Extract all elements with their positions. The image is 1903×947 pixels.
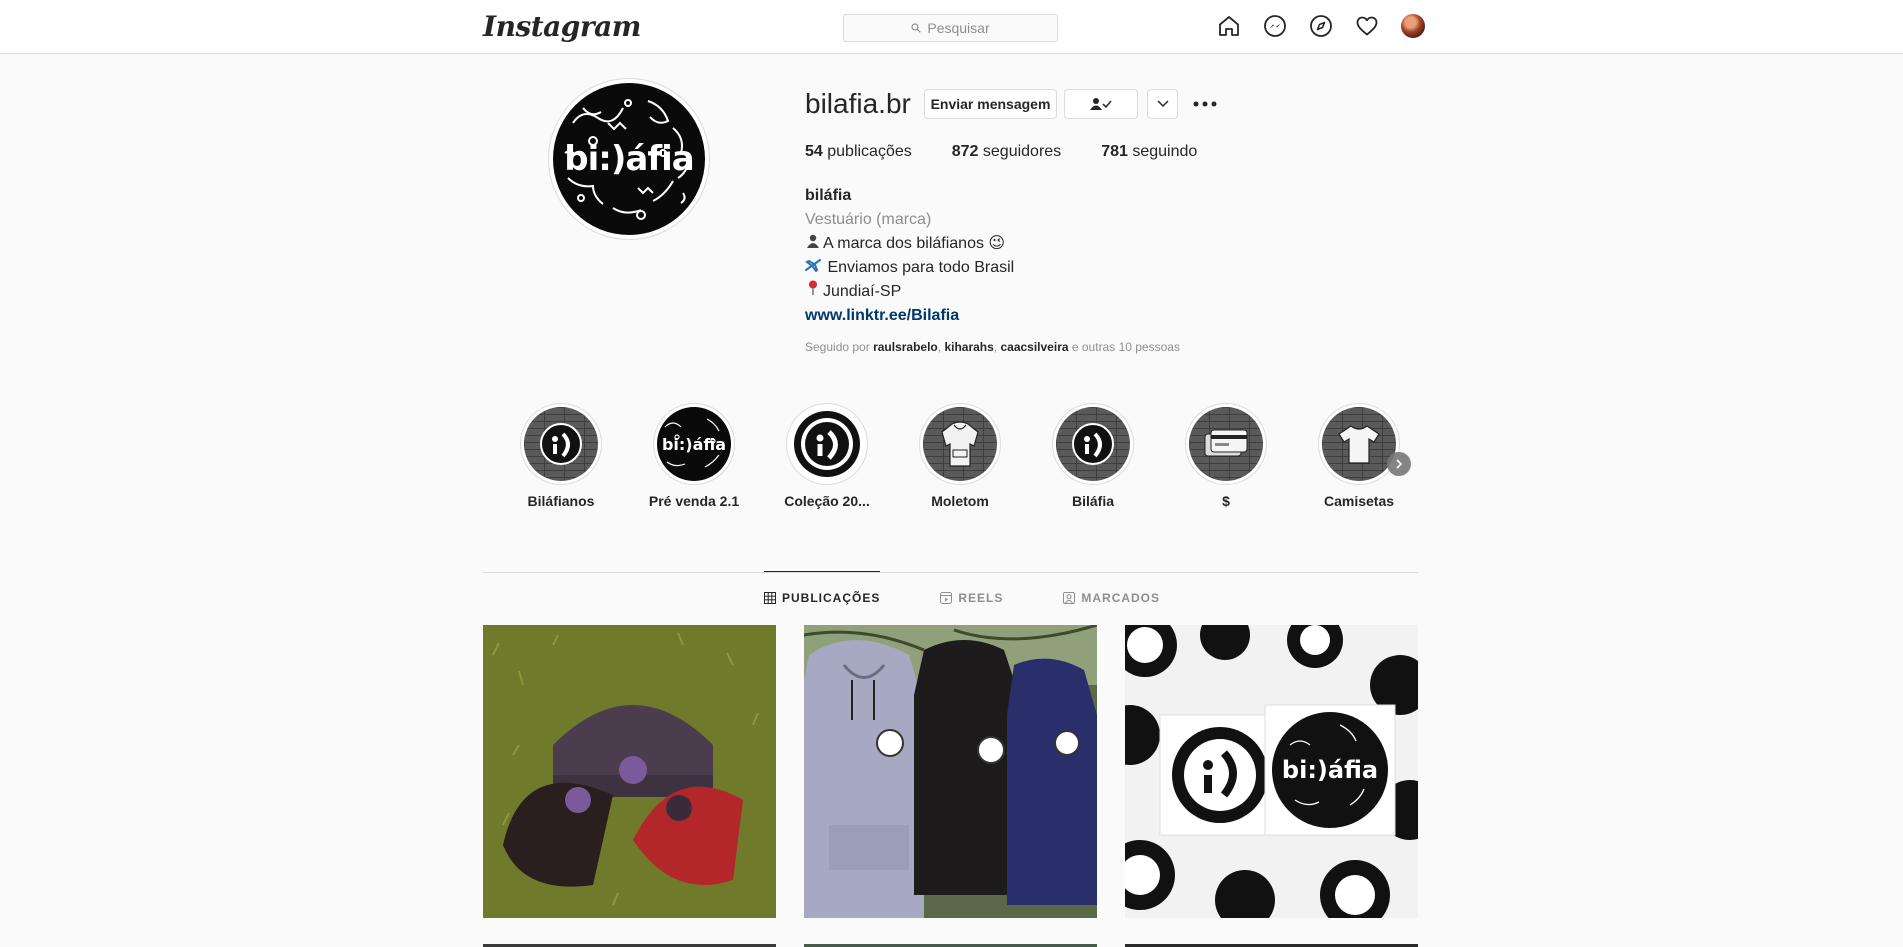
following-stat[interactable]: 781 seguindo (1101, 143, 1197, 161)
profile-picture-image: bi:)áfia (553, 83, 705, 235)
full-name: biláfia (805, 187, 852, 204)
messenger-icon[interactable] (1263, 14, 1287, 38)
hoodies-photo (804, 625, 1097, 918)
top-navbar: Instagram Pesquisar (0, 0, 1903, 54)
smiley-logo-icon (790, 407, 864, 481)
svg-text:bi:)áfia: bi:)áfia (1282, 756, 1378, 784)
explore-compass-icon[interactable] (1309, 14, 1333, 38)
suggestions-dropdown-button[interactable] (1147, 89, 1178, 119)
highlight-item[interactable]: Camisetas (1318, 403, 1400, 509)
airplane-icon (805, 256, 821, 280)
search-placeholder: Pesquisar (927, 20, 990, 36)
beanies-photo (483, 625, 776, 918)
heart-icon[interactable] (1355, 14, 1379, 38)
instagram-logo[interactable]: Instagram (483, 10, 641, 43)
send-message-button[interactable]: Enviar mensagem (924, 89, 1057, 119)
stickers-photo: bi:)áfia (1125, 625, 1418, 918)
pin-icon (805, 280, 821, 304)
profile-stats: 54 publicações 872 seguidores 781 seguin… (805, 143, 1197, 161)
tagged-person-icon (1063, 591, 1076, 604)
highlights-next-button[interactable] (1387, 452, 1411, 476)
bio-line-2: Enviamos para todo Brasil (805, 256, 1014, 280)
home-icon[interactable] (1217, 14, 1241, 38)
followed-by-text[interactable]: Seguido por raulsrabelo, kiharahs, caacs… (805, 340, 1180, 354)
tab-tagged[interactable]: MARCADOS (1063, 571, 1160, 623)
highlight-item[interactable]: Biláfianos (520, 403, 602, 509)
category-label: Vestuário (marca) (805, 211, 932, 228)
highlight-item[interactable]: Biláfia (1052, 403, 1134, 509)
hoodie-icon (923, 407, 997, 481)
highlight-item[interactable]: $ (1185, 403, 1267, 509)
nav-icons (1217, 14, 1425, 38)
highlight-item[interactable]: bi:)áfia Pré venda 2.1 (649, 403, 739, 509)
grid-icon (764, 591, 776, 604)
search-input[interactable]: Pesquisar (843, 14, 1058, 42)
tab-posts[interactable]: PUBLICAÇÕES (764, 571, 881, 623)
more-dots-icon (1193, 101, 1217, 107)
highlight-item[interactable]: Coleção 20... (784, 403, 870, 509)
profile-bio: biláfia Vestuário (marca) A marca dos bi… (805, 184, 1014, 328)
bio-line-1: A marca dos biláfianos 😉 (805, 232, 1014, 256)
search-icon (911, 23, 922, 33)
person-check-icon (1090, 98, 1112, 110)
credit-card-icon (1189, 407, 1263, 481)
user-avatar[interactable] (1401, 14, 1425, 38)
profile-username: bilafia.br (805, 88, 911, 119)
followers-stat[interactable]: 872 seguidores (952, 143, 1061, 161)
bio-line-3: Jundiaí-SP (805, 280, 1014, 304)
tshirt-icon (1322, 407, 1396, 481)
highlight-item[interactable]: Moletom (919, 403, 1001, 509)
smiley-logo-icon (524, 407, 598, 481)
tab-reels[interactable]: REELS (940, 571, 1003, 623)
profile-picture[interactable]: bi:)áfia (548, 78, 710, 240)
bio-link[interactable]: www.linktr.ee/Bilafia (805, 304, 1014, 328)
story-highlights: Biláfianos bi:)áfia Pré venda 2.1 Coleçã… (520, 403, 1400, 509)
profile-tabs: PUBLICAÇÕES REELS MARCADOS (764, 571, 1160, 623)
following-button[interactable] (1064, 89, 1138, 119)
post-thumbnail[interactable]: bi:)áfia (1125, 625, 1418, 918)
profile-wordmark: bi:)áfia (564, 139, 694, 179)
posts-stat: 54 publicações (805, 143, 912, 160)
chevron-down-icon (1156, 100, 1169, 108)
chevron-right-icon (1396, 459, 1403, 469)
post-thumbnail[interactable] (483, 625, 776, 918)
options-more-button[interactable] (1193, 94, 1217, 114)
person-silhouette-icon (805, 232, 821, 256)
smiley-logo-icon (1056, 407, 1130, 481)
post-thumbnail[interactable] (804, 625, 1097, 918)
wordmark-icon: bi:)áfia (657, 407, 731, 481)
reels-icon (940, 591, 953, 604)
